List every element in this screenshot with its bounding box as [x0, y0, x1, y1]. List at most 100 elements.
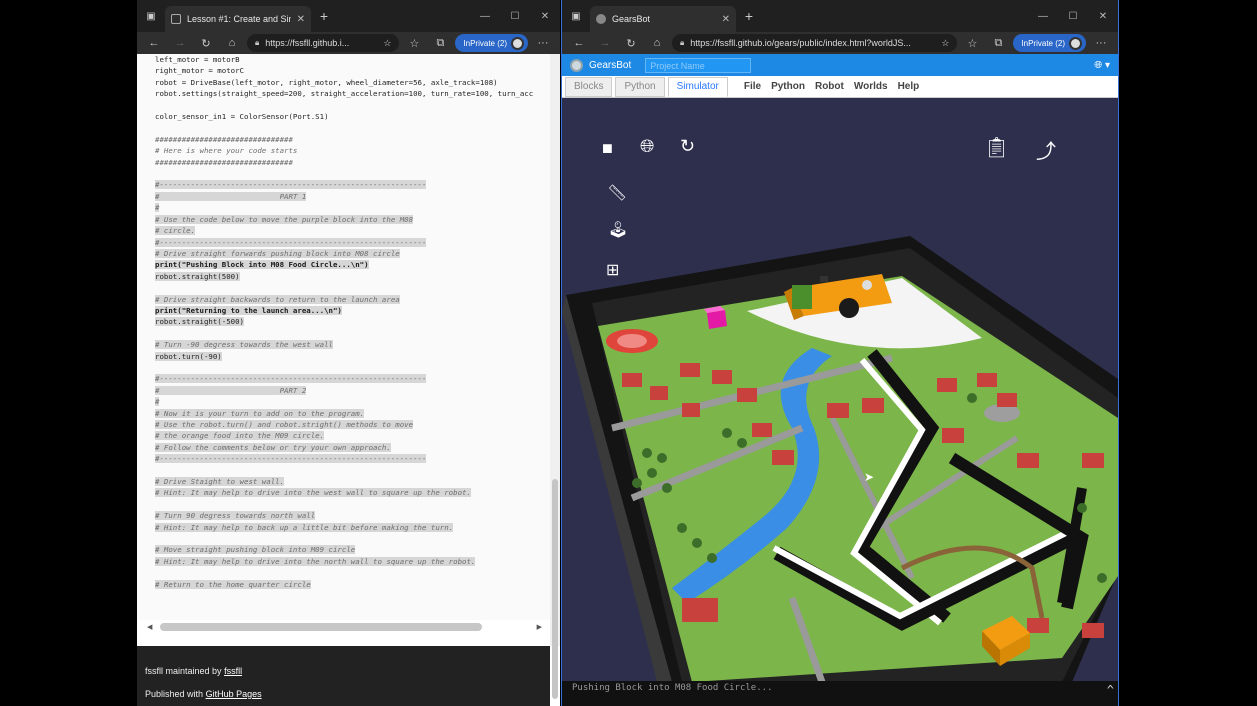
scroll-left-icon[interactable]: ◀	[147, 623, 152, 631]
collections-icon[interactable]: ⧉	[987, 37, 1009, 50]
menu-help[interactable]: Help	[898, 81, 920, 92]
code-line: # the orange food into the M09 circle.	[155, 431, 325, 441]
inprivate-badge[interactable]: InPrivate (2)	[1013, 34, 1086, 52]
menu-robot[interactable]: Robot	[815, 81, 844, 92]
code-line: ###############################	[155, 134, 293, 144]
scroll-right-icon[interactable]: ▶	[537, 623, 542, 631]
refresh-icon[interactable]: ↻	[195, 37, 217, 50]
joystick-icon[interactable]: 🕹︎	[608, 220, 628, 240]
minimize-icon[interactable]: —	[1028, 11, 1058, 22]
refresh-icon[interactable]: ↻	[620, 37, 642, 50]
code-block-selected: #---------------------------------------…	[155, 168, 550, 590]
close-window-icon[interactable]: ✕	[1088, 11, 1118, 22]
simulator-3d-scene[interactable]	[562, 98, 1118, 682]
tab-actions-icon[interactable]: ▣	[137, 0, 165, 32]
code-line: #	[155, 203, 160, 213]
code-line: # Drive Staight to west wall.	[155, 477, 285, 487]
code-line: print("Pushing Block into M08 Food Circl…	[155, 260, 369, 270]
code-line: # Drive straight forwards pushing block …	[155, 248, 400, 258]
lock-icon: 🔒︎	[680, 38, 685, 47]
maximize-icon[interactable]: ☐	[500, 11, 530, 22]
horizontal-scroll-thumb[interactable]	[160, 623, 483, 631]
code-line: # Drive straight backwards to return to …	[155, 294, 400, 304]
address-text: https://fssfll.github.i...	[265, 38, 350, 48]
simulator-viewport[interactable]: ■ 🌐︎ ↻ 📏︎ 🕹︎ ⊞ 📋︎ ⤴ ➤	[562, 98, 1118, 682]
inprivate-badge[interactable]: InPrivate (2)	[455, 34, 528, 52]
code-line: #---------------------------------------…	[155, 180, 427, 190]
favorites-icon[interactable]: ☆	[961, 37, 983, 50]
forward-icon[interactable]: →	[594, 37, 616, 49]
ruler-icon[interactable]: 📏︎	[607, 183, 627, 203]
right-active-tab[interactable]: GearsBot ✕	[590, 6, 736, 32]
left-browser-window: ▣ Lesson #1: Create and Simulate ✕ + — ☐…	[137, 0, 560, 706]
tab-python[interactable]: Python	[615, 76, 665, 97]
home-icon[interactable]: ⌂	[646, 37, 668, 49]
favorite-star-icon[interactable]: ☆	[383, 38, 391, 49]
more-icon[interactable]: ···	[532, 37, 554, 49]
reset-icon[interactable]: ↻	[680, 136, 695, 157]
left-vertical-scrollbar[interactable]	[550, 54, 560, 699]
code-line: robot.straight(500)	[155, 271, 240, 281]
code-line: # Move straight pushing block into M09 c…	[155, 545, 356, 555]
chevron-up-icon[interactable]: ^	[1107, 683, 1114, 697]
stop-icon[interactable]: ■	[602, 138, 613, 159]
tab-blocks[interactable]: Blocks	[565, 76, 613, 97]
menu-file[interactable]: File	[744, 81, 761, 92]
code-line: # PART 1	[155, 191, 307, 201]
left-scroll-thumb[interactable]	[552, 479, 558, 699]
mouse-cursor-icon: ➤	[864, 470, 875, 484]
code-line: robot.straight(-500)	[155, 317, 244, 327]
code-line: print("Returning to the launch area...\n…	[155, 305, 342, 315]
left-active-tab[interactable]: Lesson #1: Create and Simulate ✕	[165, 6, 311, 32]
gearsbot-favicon-icon	[596, 14, 606, 24]
right-browser-window: ▣ GearsBot ✕ + — ☐ ✕ ← → ↻ ⌂ 🔒︎ https://…	[561, 0, 1119, 706]
github-pages-link[interactable]: GitHub Pages	[206, 689, 262, 699]
more-icon[interactable]: ···	[1090, 37, 1112, 49]
code-line: #	[155, 397, 160, 407]
project-name-input[interactable]: Project Name	[645, 57, 752, 73]
address-bar[interactable]: 🔒︎ https://fssfll.github.io/gears/public…	[672, 34, 958, 52]
lock-icon: 🔒︎	[255, 38, 260, 47]
code-line: #---------------------------------------…	[155, 454, 427, 464]
console-output[interactable]: Pushing Block into M08 Food Circle... ^	[562, 681, 1118, 706]
left-tab-bar: ▣ Lesson #1: Create and Simulate ✕ + — ☐…	[137, 0, 560, 32]
code-line: robot = DriveBase(left_motor, right_moto…	[155, 77, 498, 87]
new-tab-icon[interactable]: +	[311, 8, 337, 24]
left-toolbar: ← → ↻ ⌂ 🔒︎ https://fssfll.github.i... ☆ …	[137, 32, 560, 54]
menu-python[interactable]: Python	[771, 81, 805, 92]
close-window-icon[interactable]: ✕	[530, 11, 560, 22]
address-bar[interactable]: 🔒︎ https://fssfll.github.i... ☆	[247, 34, 400, 52]
language-globe-icon[interactable]: 🌐︎ ▾	[1094, 60, 1110, 71]
back-icon[interactable]: ←	[143, 37, 165, 49]
arm-tool-icon[interactable]: ⤴	[1036, 135, 1056, 164]
close-tab-icon[interactable]: ✕	[297, 14, 305, 25]
maximize-icon[interactable]: ☐	[1058, 11, 1088, 22]
app-name: GearsBot	[589, 59, 632, 71]
robot-wheel	[839, 298, 859, 318]
code-viewer[interactable]: left_motor = motorB right_motor = motorC…	[137, 54, 550, 620]
tab-actions-icon[interactable]: ▣	[562, 0, 590, 32]
world-view-icon[interactable]: 🌐︎	[640, 136, 654, 157]
code-line: # PART 2	[155, 385, 307, 395]
code-line: # Follow the comments below or try your …	[155, 442, 391, 452]
favorite-star-icon[interactable]: ☆	[941, 38, 949, 49]
camera-follow-icon[interactable]: ⊞	[606, 260, 619, 280]
home-icon[interactable]: ⌂	[221, 37, 243, 49]
favorites-icon[interactable]: ☆	[403, 37, 425, 50]
code-horizontal-scrollbar[interactable]: ◀ ▶	[147, 621, 542, 633]
new-tab-icon[interactable]: +	[736, 8, 762, 24]
collections-icon[interactable]: ⧉	[429, 37, 451, 50]
robot-config-icon[interactable]: 📋︎	[984, 135, 1009, 160]
avatar	[511, 36, 524, 50]
close-tab-icon[interactable]: ✕	[722, 14, 730, 25]
code-line: # circle.	[155, 226, 196, 236]
gearsbot-menubar: Blocks Python Simulator File Python Robo…	[562, 76, 1118, 98]
menu-worlds[interactable]: Worlds	[854, 81, 888, 92]
forward-icon[interactable]: →	[169, 37, 191, 49]
tab-simulator[interactable]: Simulator	[667, 76, 728, 97]
maintainer-link[interactable]: fssfll	[224, 666, 242, 676]
code-line: # Use the robot.turn() and robot.stright…	[155, 420, 414, 429]
minimize-icon[interactable]: —	[470, 11, 500, 22]
back-icon[interactable]: ←	[568, 37, 590, 49]
page-footer: fssfll maintained by fssfll Published wi…	[137, 646, 550, 706]
